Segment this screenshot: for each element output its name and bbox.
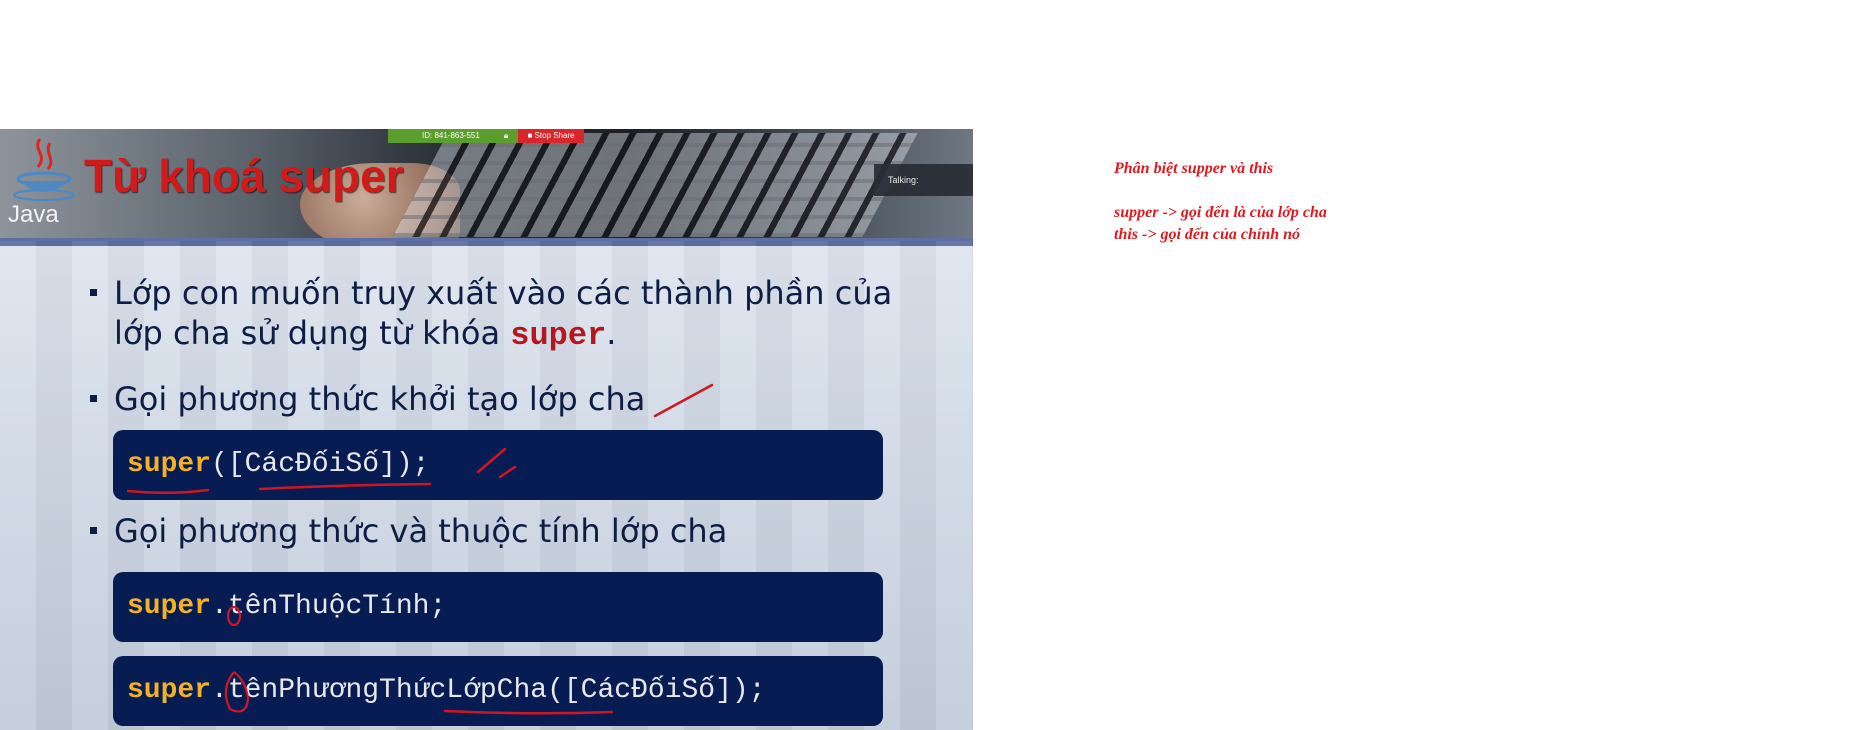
code-rest: ([CácĐốiSố]); [211, 449, 430, 480]
notes-heading: Phân biệt supper và this [1114, 160, 1274, 177]
video-slide: Java Từ khoá super ID: 841-863-551 🔒︎ ■ … [0, 129, 973, 730]
code-rest: .tênPhươngThứcLớpCha([CácĐốiSố]); [211, 675, 766, 706]
bullet-call-constructor: Gọi phương thức khởi tạo lớp cha [90, 379, 890, 419]
code-block-super-method: super.tênPhươngThứcLớpCha([CácĐốiSố]); [113, 656, 883, 726]
bullet-2-text: Gọi phương thức khởi tạo lớp cha [114, 380, 646, 418]
bullet-1-suffix: . [606, 314, 617, 352]
code-block-super-constructor: super([CácĐốiSố]); [113, 430, 883, 500]
page: Java Từ khoá super ID: 841-863-551 🔒︎ ■ … [0, 0, 1874, 730]
bullet-1-keyword: super [510, 317, 607, 354]
slide-content: Lớp con muốn truy xuất vào các thành phầ… [0, 129, 973, 730]
notes-panel: Phân biệt supper và this supper -> gọi đ… [1114, 158, 1327, 246]
code-rest: .tênThuộcTính; [211, 591, 447, 622]
notes-line-super: supper -> gọi đến là của lớp cha [1114, 204, 1327, 221]
bullet-call-methods-fields: Gọi phương thức và thuộc tính lớp cha [90, 511, 890, 551]
code-keyword: super [127, 675, 212, 706]
code-keyword: super [127, 591, 212, 622]
notes-spacer [1114, 180, 1327, 202]
bullet-super-keyword: Lớp con muốn truy xuất vào các thành phầ… [90, 273, 893, 356]
bullet-3-text: Gọi phương thức và thuộc tính lớp cha [114, 512, 728, 550]
code-block-super-field: super.tênThuộcTính; [113, 572, 883, 642]
bullet-1-text: Lớp con muốn truy xuất vào các thành phầ… [114, 274, 893, 352]
notes-line-this: this -> gọi đến của chính nó [1114, 226, 1301, 243]
code-keyword: super [127, 449, 212, 480]
